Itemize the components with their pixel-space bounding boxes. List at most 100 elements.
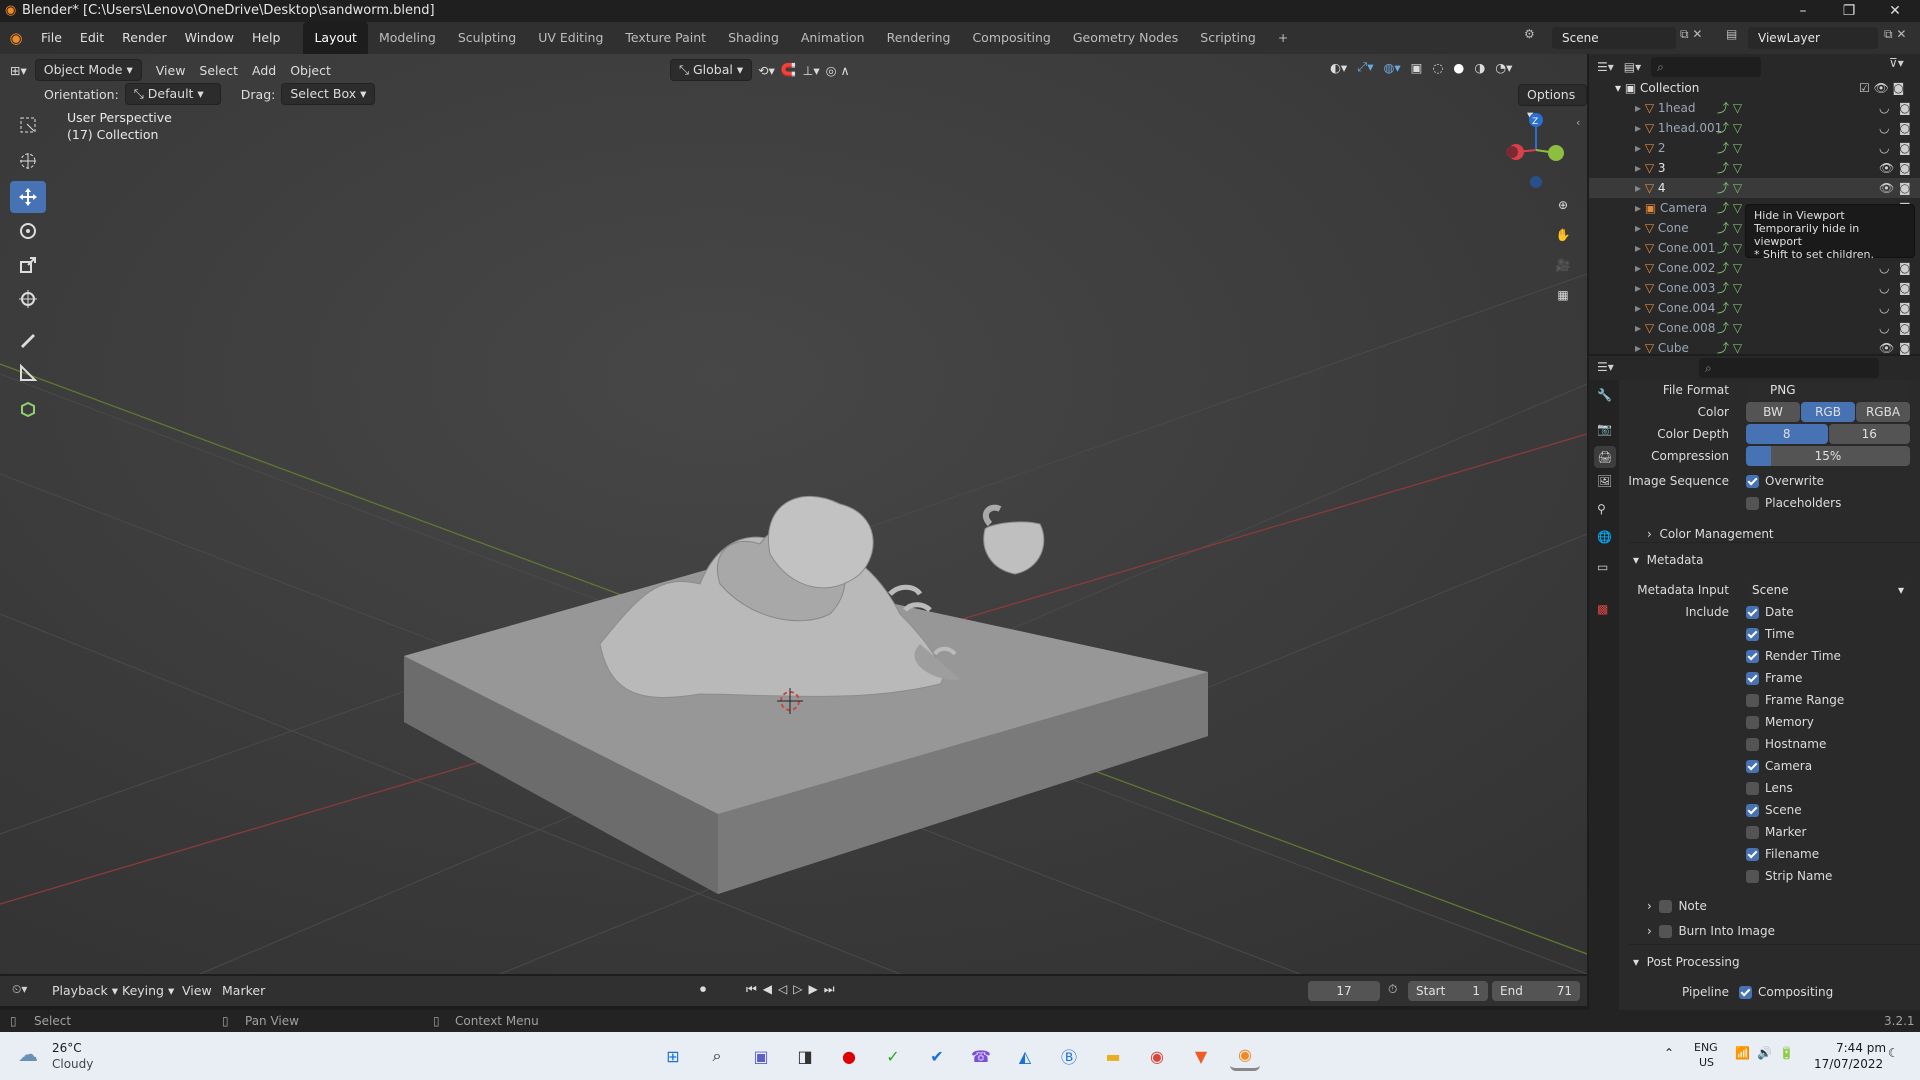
include-checkbox[interactable]: Frame <box>1746 668 1802 688</box>
gizmo-toggle-icon[interactable]: ⤢▾ <box>1357 59 1373 75</box>
outliner-item[interactable]: ▸ ▽ 4 ⤴ ▽ 👁 ◙ <box>1589 178 1920 198</box>
volume-icon[interactable]: 🔊 <box>1757 1046 1772 1060</box>
menu-window[interactable]: Window <box>176 22 243 54</box>
transform-tool-icon[interactable] <box>10 283 46 315</box>
render-toggle-icon[interactable]: ◙ <box>1899 258 1911 278</box>
file-format-dropdown[interactable]: PNG <box>1746 380 1910 400</box>
post-processing-panel[interactable]: ▾ Post Processing <box>1633 952 1740 972</box>
weather-icon[interactable]: ☁ <box>18 1042 38 1066</box>
view-layer-selector[interactable]: ViewLayer <box>1748 27 1878 49</box>
end-frame-field[interactable]: End 71 <box>1492 981 1580 1001</box>
tab-geometry-nodes[interactable]: Geometry Nodes <box>1062 22 1189 54</box>
render-tab-icon[interactable]: 📷 <box>1597 422 1612 436</box>
render-toggle-icon[interactable]: ◙ <box>1899 158 1911 178</box>
scale-tool-icon[interactable] <box>10 249 46 281</box>
compression-slider[interactable]: 15% <box>1746 446 1910 466</box>
color-rgb-button[interactable]: RGB <box>1801 402 1855 422</box>
blender-taskbar-icon[interactable]: ◉ <box>1230 1041 1260 1071</box>
outliner-search-input[interactable]: ⌕ <box>1651 57 1762 77</box>
collection-row[interactable]: ▾ ▣ Collection ☑ 👁 ◙ <box>1589 78 1920 98</box>
tab-modeling[interactable]: Modeling <box>368 22 447 54</box>
outliner-item[interactable]: ▸ ▽ Cube ⤴ ▽ 👁 ◙ <box>1589 338 1920 358</box>
menu-select[interactable]: Select <box>199 63 238 78</box>
menu-view[interactable]: View <box>156 63 186 78</box>
tab-texture-paint[interactable]: Texture Paint <box>614 22 717 54</box>
move-tool-icon[interactable] <box>10 181 46 213</box>
record-icon[interactable]: ⏺ <box>700 982 706 997</box>
rendered-shading-icon[interactable]: ◔▾ <box>1495 60 1512 75</box>
drag-dropdown[interactable]: Select Box ▾ <box>281 83 376 105</box>
visibility-toggle-icon[interactable]: ◡ <box>1879 298 1889 318</box>
include-checkbox[interactable]: Marker <box>1746 822 1806 842</box>
color-rgba-button[interactable]: RGBA <box>1856 402 1910 422</box>
render-toggle-icon[interactable]: ◙ <box>1899 98 1911 118</box>
navigation-gizmo[interactable]: Z <box>1496 110 1576 190</box>
3d-viewport[interactable]: ⊞▾ Object Mode ▾ View Select Add Object … <box>0 54 1587 974</box>
tool-tab-icon[interactable]: 🔧 <box>1597 388 1612 402</box>
render-toggle-icon[interactable]: ◙ <box>1899 338 1911 358</box>
editor-type-icon[interactable]: ⊞▾ <box>10 63 27 78</box>
compositing-checkbox[interactable]: Compositing <box>1739 982 1833 1002</box>
solid-shading-icon[interactable]: ● <box>1453 60 1464 75</box>
visibility-toggle-icon[interactable]: 👁 <box>1879 178 1894 198</box>
file-explorer-icon[interactable]: ▬ <box>1098 1041 1128 1071</box>
output-tab-icon[interactable]: 🖨 <box>1594 446 1616 468</box>
render-toggle-icon[interactable]: ◙ <box>1899 118 1911 138</box>
photos-icon[interactable]: ◨ <box>790 1041 820 1071</box>
scene-selector[interactable]: Scene <box>1552 27 1676 49</box>
menu-playback[interactable]: Playback ▾ <box>52 983 118 998</box>
tray-chevron-icon[interactable]: ⌃ <box>1664 1046 1674 1060</box>
include-checkbox[interactable]: Camera <box>1746 756 1812 776</box>
timeline-editor-icon[interactable]: ⏲▾ <box>12 982 27 997</box>
display-mode-icon[interactable]: ▤▾ <box>1624 60 1641 74</box>
tab-uv-editing[interactable]: UV Editing <box>527 22 614 54</box>
outliner-item[interactable]: ▸ ▽ Cone.008 ⤴ ▽ ◡ ◙ <box>1589 318 1920 338</box>
overwrite-checkbox[interactable]: Overwrite <box>1746 471 1824 491</box>
recorder-icon[interactable]: ● <box>834 1041 864 1071</box>
visibility-toggle-icon[interactable]: ◡ <box>1879 138 1889 158</box>
preview-range-icon[interactable]: ⏱ <box>1388 982 1397 997</box>
camera-view-icon[interactable]: 🎥 <box>1548 250 1578 280</box>
tab-sculpting[interactable]: Sculpting <box>447 22 527 54</box>
color-depth-16-button[interactable]: 16 <box>1828 424 1910 444</box>
collection-tab-icon[interactable]: ▭ <box>1597 560 1608 574</box>
menu-help[interactable]: Help <box>243 22 290 54</box>
b-app-icon[interactable]: Ⓑ <box>1054 1041 1084 1071</box>
pivot-icon[interactable]: ⟲▾ <box>758 63 775 78</box>
include-checkbox[interactable]: Hostname <box>1746 734 1826 754</box>
transform-orientation-dropdown[interactable]: ⤡ Global ▾ <box>670 59 753 81</box>
brave-icon[interactable]: ▼ <box>1186 1041 1216 1071</box>
visibility-toggle-icon[interactable]: ◡ <box>1879 278 1889 298</box>
note-panel[interactable]: › Note <box>1647 896 1707 916</box>
menu-object[interactable]: Object <box>290 63 331 78</box>
visibility-toggle-icon[interactable]: ◡ <box>1879 118 1889 138</box>
menu-timeline-view[interactable]: View <box>182 983 212 998</box>
visibility-toggle-icon[interactable]: ◡ <box>1879 318 1889 338</box>
placeholders-checkbox[interactable]: Placeholders <box>1746 493 1841 513</box>
notifications-icon[interactable]: ☾ <box>1888 1046 1899 1060</box>
blender-menu-icon[interactable]: ◉ <box>0 29 32 47</box>
start-menu-icon[interactable]: ⊞ <box>658 1041 688 1071</box>
add-workspace-button[interactable]: + <box>1267 22 1299 54</box>
ortho-grid-icon[interactable]: ▦ <box>1548 280 1578 310</box>
proportional-edit-icon[interactable]: ◎ ∧ <box>826 63 850 78</box>
object-mode-dropdown[interactable]: Object Mode ▾ <box>34 59 142 81</box>
measure-tool-icon[interactable] <box>10 357 46 389</box>
playback-controls[interactable]: ⏮◀◁▷▶⏭ <box>746 982 841 997</box>
include-checkbox[interactable]: Scene <box>1746 800 1802 820</box>
cursor-tool-icon[interactable] <box>10 145 46 177</box>
visibility-icon[interactable]: ◐▾ <box>1330 60 1347 75</box>
overlay-toggle-icon[interactable]: ◍▾ <box>1383 60 1400 75</box>
include-checkbox[interactable]: Render Time <box>1746 646 1841 666</box>
visibility-toggle-icon[interactable]: ◡ <box>1879 258 1889 278</box>
tab-shading[interactable]: Shading <box>717 22 790 54</box>
xray-icon[interactable]: ▣ <box>1411 60 1423 75</box>
outliner-item[interactable]: ▸ ▽ Cone.002 ⤴ ▽ ◡ ◙ <box>1589 258 1920 278</box>
close-button[interactable]: ✕ <box>1872 0 1918 22</box>
current-frame-field[interactable]: 17 <box>1308 981 1380 1001</box>
render-toggle-icon[interactable]: ◙ <box>1899 278 1911 298</box>
search-icon[interactable]: ⌕ <box>702 1041 732 1071</box>
clock-date[interactable]: 17/07/2022 <box>1814 1057 1883 1071</box>
language-code[interactable]: ENG <box>1694 1041 1718 1054</box>
menu-add[interactable]: Add <box>252 63 276 78</box>
